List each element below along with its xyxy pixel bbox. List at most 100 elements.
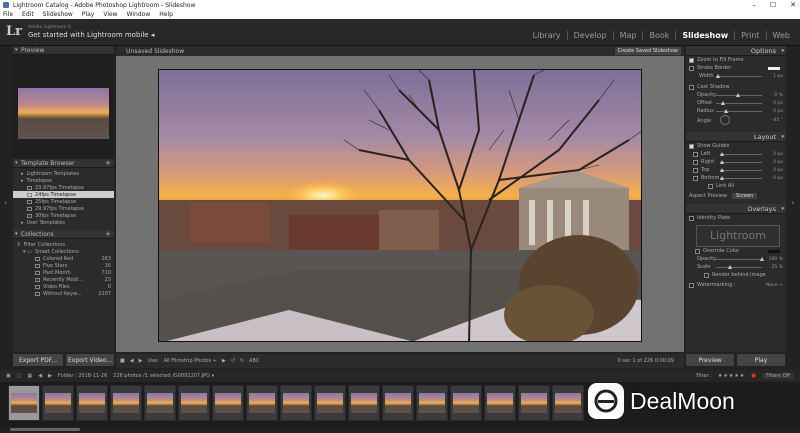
use-select[interactable]: All Filmstrip Photos ÷ — [163, 358, 216, 364]
menu-slideshow[interactable]: Slideshow — [43, 11, 73, 18]
module-slideshow[interactable]: Slideshow — [675, 31, 734, 40]
options-panel-header[interactable]: Options ▾ — [686, 46, 786, 56]
module-map[interactable]: Map — [612, 31, 643, 40]
play-icon[interactable]: ▶ — [222, 358, 226, 364]
filmstrip-thumbnail[interactable] — [212, 385, 244, 421]
identity-plate-preview[interactable]: Lightroom — [696, 225, 780, 247]
filmstrip-thumbnail[interactable] — [450, 385, 482, 421]
smart-collection-item[interactable]: Recently Modi... 23 — [13, 276, 114, 283]
bottom-guide-slider[interactable]: Bottom 0 px — [686, 174, 786, 182]
stroke-color-swatch[interactable] — [768, 66, 780, 70]
template-item[interactable]: 24fps Timelapse — [13, 191, 114, 198]
width-slider[interactable]: Width 1 px — [686, 72, 786, 80]
template-item[interactable]: ▸ Timelapse — [13, 177, 114, 184]
filmstrip-thumbnail[interactable] — [314, 385, 346, 421]
radius-slider[interactable]: Radius 0 px — [686, 107, 786, 115]
smart-collection-item[interactable]: Five Stars 16 — [13, 262, 114, 269]
filmstrip-thumbnail[interactable] — [382, 385, 414, 421]
export-video-button[interactable]: Export Video... — [66, 354, 114, 366]
back-icon[interactable]: ◀ — [38, 373, 42, 379]
angle-dial-icon[interactable] — [720, 115, 730, 125]
close-icon[interactable]: ✕ — [790, 1, 796, 9]
color-filter-icon[interactable]: ■ — [751, 373, 756, 379]
mobile-message[interactable]: Get started with Lightroom mobile ◂ — [28, 31, 154, 39]
show-guides-checkbox[interactable]: Show Guides — [686, 142, 786, 150]
menu-view[interactable]: View — [103, 11, 117, 18]
top-guide-slider[interactable]: Top 0 px — [686, 166, 786, 174]
module-print[interactable]: Print — [734, 31, 765, 40]
template-item[interactable]: 29.97fps Timelapse — [13, 205, 114, 212]
template-item[interactable]: ▸ Lightroom Templates — [13, 170, 114, 177]
add-template-icon[interactable]: + — [105, 159, 111, 167]
play-button[interactable]: Play — [737, 354, 785, 366]
filmstrip-thumbnail[interactable] — [552, 385, 584, 421]
photo-count[interactable]: 226 photos /1 selected /G0092207.JPG ▾ — [113, 373, 214, 379]
smart-collection-item[interactable]: Video Files 0 — [13, 283, 114, 290]
menu-file[interactable]: File — [3, 11, 13, 18]
link-all-checkbox[interactable]: Link All — [686, 182, 786, 190]
plate-scale-slider[interactable]: Scale 25 % — [686, 263, 786, 271]
maximize-icon[interactable]: ☐ — [770, 1, 776, 9]
smart-collection-item[interactable]: Colored Red 163 — [13, 255, 114, 262]
forward-icon[interactable]: ▶ — [48, 373, 52, 379]
filmstrip-thumbnail[interactable] — [42, 385, 74, 421]
render-behind-checkbox[interactable]: Render behind image — [686, 271, 786, 279]
minimize-icon[interactable]: – — [752, 1, 756, 9]
template-browser-header[interactable]: ▾ Template Browser + — [13, 159, 114, 168]
filmstrip-thumbnail[interactable] — [518, 385, 550, 421]
filmstrip-thumbnail[interactable] — [76, 385, 108, 421]
filmstrip-thumbnail[interactable] — [110, 385, 142, 421]
scrollbar-thumb[interactable] — [10, 428, 80, 431]
rotate-right-icon[interactable]: ↻ — [240, 358, 244, 364]
zoom-to-fill-checkbox[interactable]: Zoom to Fill Frame — [686, 56, 786, 64]
filmstrip-scrollbar[interactable] — [0, 427, 800, 433]
filmstrip-thumbnail[interactable] — [280, 385, 312, 421]
override-color-checkbox[interactable]: Override Color — [686, 247, 786, 255]
menu-help[interactable]: Help — [159, 11, 173, 18]
menu-window[interactable]: Window — [127, 11, 151, 18]
preview-button[interactable]: Preview — [686, 354, 734, 366]
template-item[interactable]: 30fps Timelapse — [13, 212, 114, 219]
grid-icon[interactable]: ▦ — [27, 373, 32, 379]
angle-dial[interactable]: Angle -45 ° — [686, 115, 786, 126]
view-2-icon[interactable]: ▢ — [17, 373, 22, 379]
stop-icon[interactable]: ■ — [120, 358, 125, 364]
add-collection-icon[interactable]: + — [105, 230, 111, 238]
watermarking-checkbox[interactable]: Watermarking : None ÷ — [686, 281, 786, 289]
filter-select[interactable]: Filters Off — [762, 373, 794, 379]
module-library[interactable]: Library — [527, 31, 567, 40]
folder-source[interactable]: Folder : 2018-11-26 — [58, 373, 107, 379]
rotate-left-icon[interactable]: ↺ — [231, 358, 235, 364]
template-item[interactable]: 25fps Timelapse — [13, 198, 114, 205]
stroke-border-checkbox[interactable]: Stroke Border — [686, 64, 786, 72]
opacity-slider[interactable]: Opacity 0 % — [686, 91, 786, 99]
previous-icon[interactable]: ◀ — [130, 358, 134, 364]
module-web[interactable]: Web — [765, 31, 796, 40]
module-develop[interactable]: Develop — [566, 31, 613, 40]
module-book[interactable]: Book — [642, 31, 675, 40]
left-guide-slider[interactable]: Left 0 px — [686, 150, 786, 158]
menu-play[interactable]: Play — [82, 11, 95, 18]
filmstrip-thumbnail[interactable] — [246, 385, 278, 421]
smart-collection-item[interactable]: Without Keyw... 2207 — [13, 290, 114, 297]
star-filter-icon[interactable]: ★★★★★ — [718, 373, 745, 379]
layout-panel-header[interactable]: Layout ▾ — [686, 132, 786, 142]
template-item[interactable]: ▸ User Templates — [13, 219, 114, 226]
filmstrip-thumbnail[interactable] — [348, 385, 380, 421]
right-guide-slider[interactable]: Right 0 px — [686, 158, 786, 166]
preview-panel-header[interactable]: ▾ Preview — [13, 46, 114, 55]
right-panel-toggle-icon[interactable]: ▸ — [792, 200, 795, 206]
plate-opacity-slider[interactable]: Opacity 100 % — [686, 255, 786, 263]
view-1-icon[interactable]: ▣ — [6, 373, 11, 379]
left-panel-toggle-icon[interactable]: ◂ — [4, 200, 7, 206]
filmstrip-thumbnail[interactable] — [178, 385, 210, 421]
override-color-swatch[interactable] — [768, 249, 780, 253]
filter-collections[interactable]: ⚲ Filter Collections — [13, 241, 114, 248]
filmstrip-thumbnail[interactable] — [416, 385, 448, 421]
create-saved-slideshow-button[interactable]: Create Saved Slideshow — [614, 47, 681, 55]
next-icon[interactable]: ▶ — [139, 358, 143, 364]
offset-slider[interactable]: Offset 0 px — [686, 99, 786, 107]
cast-shadow-checkbox[interactable]: Cast Shadow — [686, 83, 786, 91]
identity-plate-checkbox[interactable]: Identity Plate — [686, 214, 786, 222]
smart-collections-folder[interactable]: ▾ ▭ Smart Collections — [13, 248, 114, 255]
